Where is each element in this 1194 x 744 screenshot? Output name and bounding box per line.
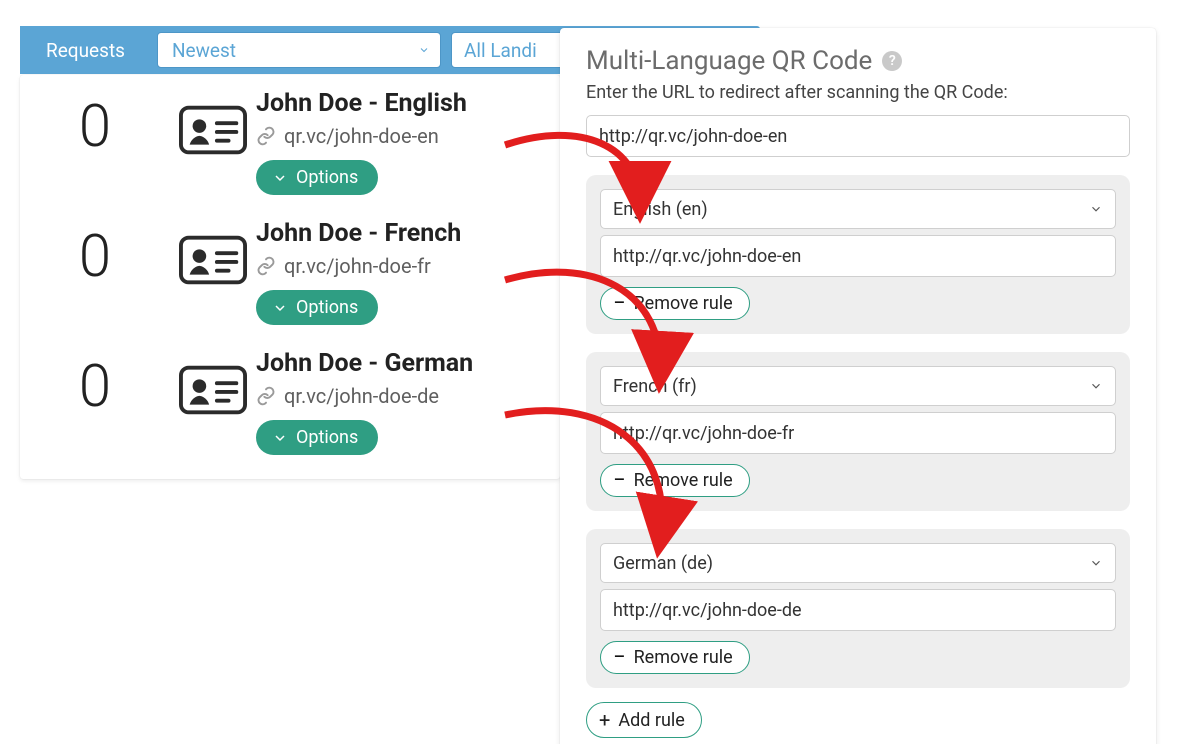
help-icon[interactable]: ? (882, 51, 902, 71)
item-url[interactable]: qr.vc/john-doe-de (256, 384, 560, 408)
rule-card: English (en) http://qr.vc/john-doe-en − … (586, 175, 1130, 334)
rule-url-value: http://qr.vc/john-doe-de (613, 600, 802, 621)
tab-requests-label: Requests (46, 39, 125, 62)
panel-subtitle: Enter the URL to redirect after scanning… (586, 82, 1130, 103)
rule-url-value: http://qr.vc/john-doe-en (613, 246, 801, 267)
item-url-text: qr.vc/john-doe-en (284, 124, 439, 148)
link-icon (256, 126, 276, 146)
add-rule-label: Add rule (618, 710, 684, 731)
remove-rule-button[interactable]: − Remove rule (600, 287, 750, 320)
panel-title: Multi-Language QR Code ? (586, 46, 1130, 76)
rule-url-input[interactable]: http://qr.vc/john-doe-fr (600, 412, 1116, 454)
chevron-down-icon (1089, 202, 1103, 216)
item-url[interactable]: qr.vc/john-doe-en (256, 124, 560, 148)
language-select[interactable]: French (fr) (600, 366, 1116, 406)
tab-requests[interactable]: Requests (20, 26, 151, 74)
list-item: 0 John Doe - English qr.vc/john-doe-en (20, 75, 560, 205)
item-url[interactable]: qr.vc/john-doe-fr (256, 254, 560, 278)
remove-rule-button[interactable]: − Remove rule (600, 641, 750, 674)
list-item: 0 John Doe - German qr.vc/john-doe-de (20, 335, 560, 465)
language-select-value: French (fr) (613, 376, 697, 397)
add-rule-button[interactable]: + Add rule (586, 702, 702, 738)
item-title[interactable]: John Doe - French (256, 219, 560, 248)
vcard-icon (170, 89, 256, 155)
options-button[interactable]: Options (256, 290, 378, 325)
vcard-icon (170, 219, 256, 285)
language-select[interactable]: English (en) (600, 189, 1116, 229)
options-button[interactable]: Options (256, 160, 378, 195)
options-label: Options (296, 297, 358, 318)
filter-select-value: All Landi (464, 39, 537, 62)
remove-rule-label: Remove rule (634, 470, 733, 491)
chevron-down-icon (272, 430, 288, 446)
rule-url-value: http://qr.vc/john-doe-fr (613, 423, 794, 444)
item-title[interactable]: John Doe - English (256, 89, 560, 118)
language-select-value: German (de) (613, 553, 713, 574)
multi-language-panel: Multi-Language QR Code ? Enter the URL t… (560, 28, 1156, 744)
request-count: 0 (20, 349, 170, 421)
options-label: Options (296, 167, 358, 188)
options-label: Options (296, 427, 358, 448)
list-item: 0 John Doe - French qr.vc/john-doe-fr (20, 205, 560, 335)
plus-icon: + (599, 708, 610, 732)
item-body: John Doe - German qr.vc/john-doe-de Opti… (256, 349, 560, 455)
item-body: John Doe - French qr.vc/john-doe-fr Opti… (256, 219, 560, 325)
sort-select[interactable]: Newest (157, 32, 441, 68)
item-title[interactable]: John Doe - German (256, 349, 560, 378)
item-url-text: qr.vc/john-doe-fr (284, 254, 431, 278)
default-url-value: http://qr.vc/john-doe-en (599, 126, 787, 147)
rule-card: German (de) http://qr.vc/john-doe-de − R… (586, 529, 1130, 688)
chevron-down-icon (272, 170, 288, 186)
link-icon (256, 256, 276, 276)
landing-pages-list: 0 John Doe - English qr.vc/john-doe-en (20, 75, 560, 479)
panel-title-text: Multi-Language QR Code (586, 46, 872, 76)
language-select-value: English (en) (613, 199, 708, 220)
request-count: 0 (20, 219, 170, 291)
remove-rule-label: Remove rule (634, 293, 733, 314)
remove-rule-button[interactable]: − Remove rule (600, 464, 750, 497)
item-url-text: qr.vc/john-doe-de (284, 384, 439, 408)
rule-url-input[interactable]: http://qr.vc/john-doe-de (600, 589, 1116, 631)
rule-url-input[interactable]: http://qr.vc/john-doe-en (600, 235, 1116, 277)
options-button[interactable]: Options (256, 420, 378, 455)
vcard-icon (170, 349, 256, 415)
sort-select-value: Newest (172, 39, 236, 62)
rule-card: French (fr) http://qr.vc/john-doe-fr − R… (586, 352, 1130, 511)
chevron-down-icon (1089, 379, 1103, 393)
chevron-down-icon (418, 44, 430, 56)
item-body: John Doe - English qr.vc/john-doe-en Opt… (256, 89, 560, 195)
default-url-input[interactable]: http://qr.vc/john-doe-en (586, 115, 1130, 157)
language-select[interactable]: German (de) (600, 543, 1116, 583)
request-count: 0 (20, 89, 170, 161)
chevron-down-icon (272, 300, 288, 316)
chevron-down-icon (1089, 556, 1103, 570)
remove-rule-label: Remove rule (634, 647, 733, 668)
filter-select[interactable]: All Landi (451, 32, 571, 68)
link-icon (256, 386, 276, 406)
